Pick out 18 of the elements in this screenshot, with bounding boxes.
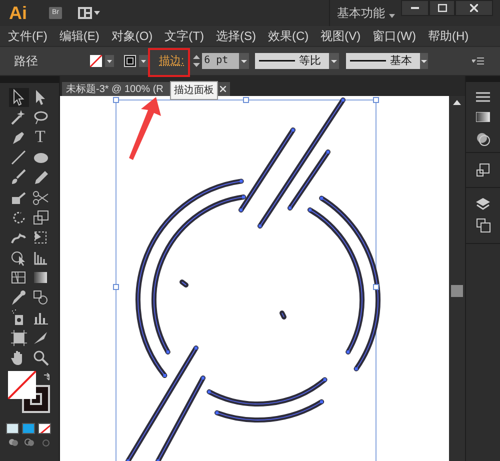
menu-item[interactable]: 编辑(E) <box>59 27 100 45</box>
menu-item[interactable]: 效果(C) <box>268 27 309 45</box>
tooltip: 描边面板 <box>170 81 218 100</box>
selection-label: 路径 <box>14 53 39 70</box>
stroke-weight-field[interactable]: 6 pt <box>202 53 240 69</box>
stroke-panel-link[interactable]: 描边: <box>159 52 184 70</box>
app-logo: Ai <box>9 4 27 22</box>
profile-dropdown[interactable]: 等比 <box>255 53 330 69</box>
brush-dropdown[interactable]: 基本 <box>346 53 420 69</box>
menu-item[interactable]: 文字(T) <box>164 27 204 45</box>
menu-item[interactable]: 窗口(W) <box>372 27 416 45</box>
menu-item[interactable]: 帮助(H) <box>428 27 469 45</box>
menu-item[interactable]: 对象(O) <box>111 27 153 45</box>
menu-item[interactable]: 选择(S) <box>216 27 256 45</box>
menu-item[interactable]: 视图(V) <box>320 27 361 45</box>
workspace-switcher[interactable]: 基本功能 <box>337 4 385 22</box>
menu-item[interactable]: 文件(F) <box>8 27 48 45</box>
type-tool-glyph[interactable]: T <box>31 128 50 146</box>
